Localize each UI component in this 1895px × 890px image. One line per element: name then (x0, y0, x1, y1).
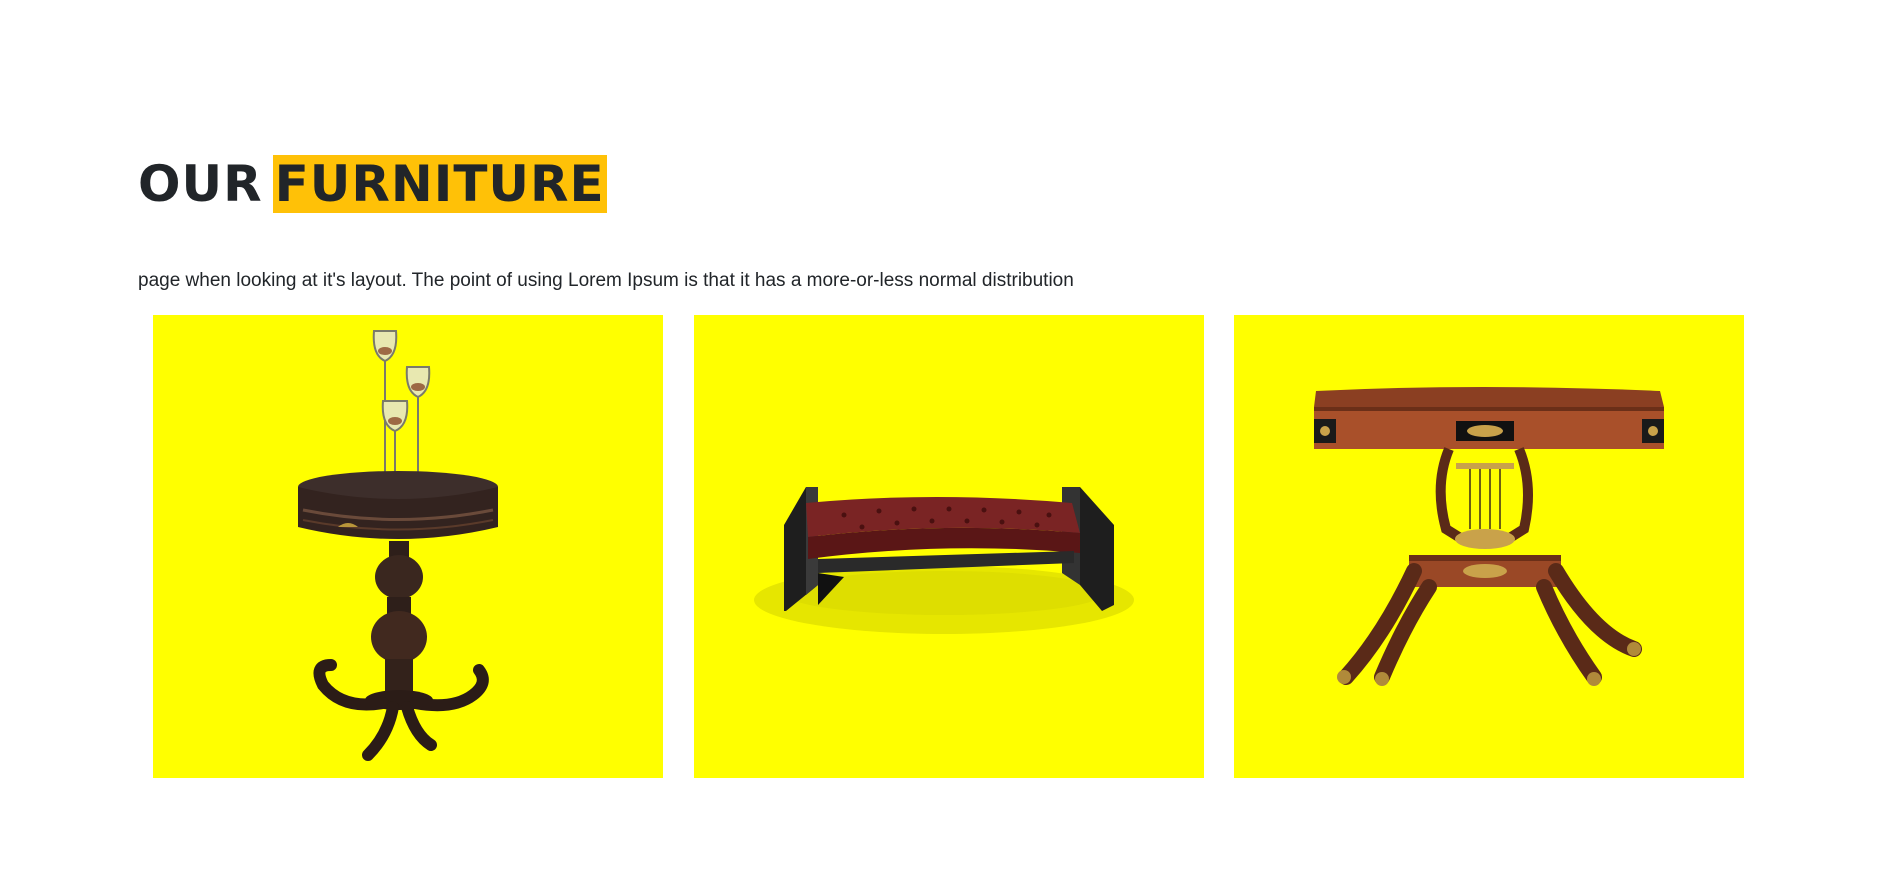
furniture-card-bench[interactable] (694, 315, 1204, 778)
bench-image (694, 315, 1204, 778)
section-title: OUR FURNITURE (138, 150, 607, 218)
pedestal-table-image (153, 315, 663, 778)
section-title-plain: OUR (138, 155, 263, 213)
furniture-card-console-table[interactable] (1234, 315, 1744, 778)
furniture-section: OUR FURNITURE page when looking at it's l… (0, 0, 1895, 890)
console-table-image (1234, 315, 1744, 778)
section-description: page when looking at it's layout. The po… (138, 270, 1074, 291)
section-title-highlight: FURNITURE (272, 155, 607, 213)
furniture-gallery (153, 315, 1745, 778)
furniture-card-pedestal-table[interactable] (153, 315, 663, 778)
